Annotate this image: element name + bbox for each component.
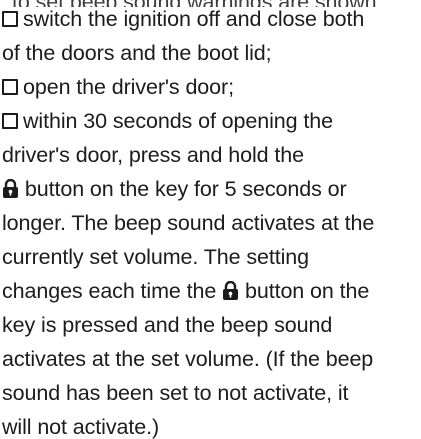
step-3-line-2: driver's door, press and hold the [2, 143, 304, 167]
step-3-line-7: key is pressed and the beep sound [2, 313, 333, 337]
step-3-line-6: changes each time the button on the [2, 279, 370, 303]
checkbox-bullet-icon [2, 79, 18, 95]
step-3-line-4: longer. The beep sound activates at the [2, 211, 375, 235]
step-3-line-5: currently set volume. The setting [2, 245, 310, 269]
step-3-line-10: will not activate.) [2, 415, 160, 439]
step-1-line-1: switch the ignition off and close both [2, 7, 364, 31]
step-3-line-9: sound has been set to not activate, it [2, 381, 349, 405]
step-1-line-2: of the doors and the boot lid; [2, 41, 272, 65]
step-3-line-3: button on the key for 5 seconds or [2, 177, 347, 201]
step-3-line-8: activates at the set volume. (If the bee… [2, 347, 374, 371]
step-3-line-1: within 30 seconds of opening the [2, 109, 333, 133]
step-2-line-1: open the driver's door; [2, 75, 234, 99]
lock-icon [2, 179, 19, 198]
lock-icon [222, 281, 239, 300]
checkbox-bullet-icon [2, 113, 18, 129]
checkbox-bullet-icon [2, 11, 18, 27]
